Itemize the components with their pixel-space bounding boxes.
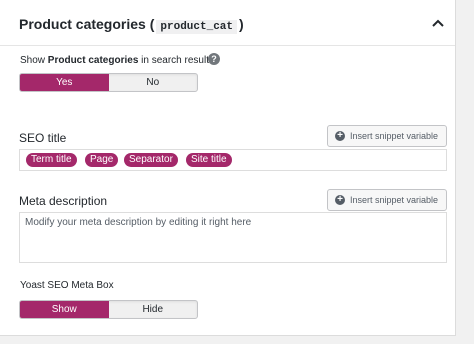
help-icon[interactable]: ? [208,53,220,65]
panel-title-text: Product categories [19,16,146,32]
plus-circle-icon: + [335,131,345,141]
seo-title-input[interactable]: Term title Page Separator Site title [19,149,447,171]
snippet-pill-page[interactable]: Page [85,153,119,167]
insert-snippet-label: Insert snippet variable [350,195,439,205]
product-categories-panel: Product categories (product_cat) Show Pr… [0,0,456,336]
plus-circle-icon: + [335,195,345,205]
close-paren: ) [239,16,244,32]
search-question-bold: Product categories [47,55,139,66]
taxonomy-code: product_cat [156,20,238,34]
open-paren: ( [149,16,155,32]
meta-description-insert-snippet-button[interactable]: + Insert snippet variable [327,189,447,211]
yoast-meta-box-toggle: Show Hide [19,300,198,319]
toggle-hide-option[interactable]: Hide [109,301,198,318]
snippet-pill-term-title[interactable]: Term title [26,153,77,167]
toggle-no-option[interactable]: No [109,74,198,91]
seo-title-label: SEO title [19,131,67,145]
panel-header[interactable]: Product categories (product_cat) [0,0,455,46]
snippet-pill-separator[interactable]: Separator [124,153,178,167]
meta-description-label: Meta description [19,194,108,208]
snippet-pill-site-title[interactable]: Site title [186,153,232,167]
insert-snippet-label: Insert snippet variable [350,131,439,141]
seo-title-insert-snippet-button[interactable]: + Insert snippet variable [327,125,447,147]
toggle-show-option[interactable]: Show [20,301,109,318]
yoast-meta-box-label: Yoast SEO Meta Box [20,280,114,291]
meta-description-input[interactable]: Modify your meta description by editing … [19,212,447,263]
search-visibility-toggle: Yes No [19,73,198,92]
search-visibility-label: Show Product categories in search result… [20,55,220,66]
chevron-up-icon[interactable] [432,18,444,28]
toggle-yes-option[interactable]: Yes [20,74,109,91]
meta-description-placeholder: Modify your meta description by editing … [25,217,252,228]
search-question-prefix: Show [20,55,46,66]
panel-title: Product categories (product_cat) [19,16,244,34]
